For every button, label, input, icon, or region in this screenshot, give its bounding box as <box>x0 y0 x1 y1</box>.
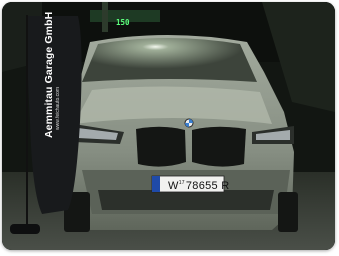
car-photo: Aemmitau Garage GmbH www.feichauto.com 1… <box>2 2 335 250</box>
plate-small-text: 17 <box>178 180 185 186</box>
price-sign: 150 <box>116 18 130 27</box>
plate-number: 78655 R <box>185 180 230 192</box>
plate-prefix: W <box>168 180 179 192</box>
bmw-logo-icon <box>184 118 194 128</box>
license-plate: W1778655 R <box>168 180 230 192</box>
banner-title-text: Aemmitau Garage GmbH <box>43 11 55 138</box>
banner-website: www.feichauto.com <box>55 86 61 130</box>
